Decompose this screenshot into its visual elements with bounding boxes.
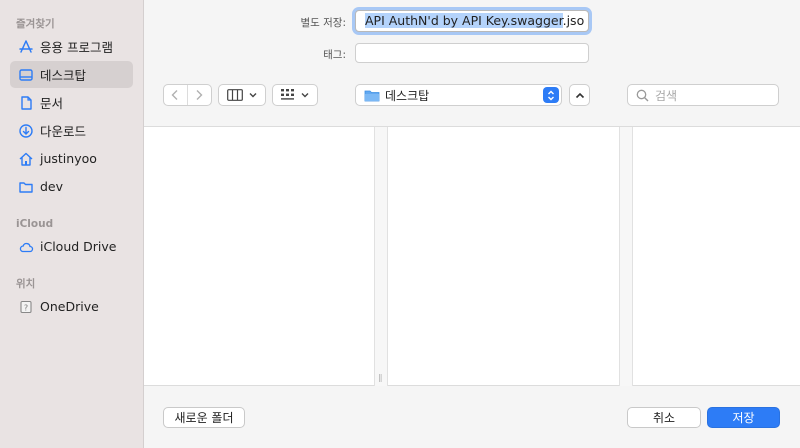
collapse-button[interactable] xyxy=(569,84,590,106)
tags-label: 태그: xyxy=(323,49,346,61)
sidebar-item-documents[interactable]: 문서 xyxy=(10,89,133,116)
sidebar: 즐겨찾기 응용 프로그램 데스크탑 문서 다운로드 justinyoo dev … xyxy=(0,0,144,448)
applications-icon xyxy=(18,39,34,55)
chevron-down-icon xyxy=(301,93,309,98)
group-mode-button[interactable] xyxy=(272,84,318,106)
save-as-label: 별도 저장: xyxy=(300,17,346,29)
file-browser: || xyxy=(144,126,800,386)
filename-extension-text: .jso xyxy=(562,13,585,28)
columns-view-icon xyxy=(227,89,243,101)
column-divider[interactable] xyxy=(619,127,633,386)
grid-icon xyxy=(281,89,294,100)
new-folder-button[interactable]: 새로운 폴더 xyxy=(163,407,245,428)
chevron-down-icon xyxy=(249,93,257,98)
download-icon xyxy=(18,123,34,139)
sidebar-section-favorites: 즐겨찾기 xyxy=(16,18,55,30)
sidebar-item-desktop[interactable]: 데스크탑 xyxy=(10,61,133,88)
location-label: 데스크탑 xyxy=(385,88,430,103)
sidebar-item-label: iCloud Drive xyxy=(40,239,117,254)
filename-selected-text: API AuthN'd by API Key.swagger xyxy=(365,13,563,28)
back-button[interactable] xyxy=(164,85,188,105)
filename-input[interactable]: API AuthN'd by API Key.swagger.jso xyxy=(355,10,589,32)
sidebar-item-label: 데스크탑 xyxy=(40,68,87,83)
sidebar-item-downloads[interactable]: 다운로드 xyxy=(10,117,133,144)
folder-icon xyxy=(18,179,34,195)
sidebar-item-icloud-drive[interactable]: iCloud Drive xyxy=(10,233,133,260)
search-placeholder: 검색 xyxy=(655,88,678,103)
sidebar-section-locations: 위치 xyxy=(16,278,36,290)
tags-input[interactable] xyxy=(355,43,589,63)
view-mode-button[interactable] xyxy=(218,84,266,106)
browser-column[interactable] xyxy=(388,127,619,386)
sidebar-item-label: 다운로드 xyxy=(40,124,87,139)
sidebar-section-icloud: iCloud xyxy=(16,218,54,230)
sidebar-item-label: dev xyxy=(40,179,64,194)
browser-column[interactable] xyxy=(144,127,374,386)
location-select[interactable]: 데스크탑 xyxy=(355,84,562,106)
search-icon xyxy=(636,89,649,101)
save-button[interactable]: 저장 xyxy=(707,407,780,428)
column-divider[interactable]: || xyxy=(374,127,388,386)
cloud-icon xyxy=(18,239,34,255)
unknown-drive-icon: ? xyxy=(18,299,34,315)
sidebar-item-label: 문서 xyxy=(40,96,64,111)
folder-icon xyxy=(364,89,380,102)
sidebar-item-label: justinyoo xyxy=(40,151,97,166)
chevron-left-icon xyxy=(171,90,178,100)
nav-buttons xyxy=(163,84,212,106)
desktop-icon xyxy=(18,67,34,83)
search-field[interactable]: 검색 xyxy=(627,84,779,106)
sidebar-item-applications[interactable]: 응용 프로그램 xyxy=(10,33,133,60)
document-icon xyxy=(18,95,34,111)
sidebar-item-onedrive[interactable]: ? OneDrive xyxy=(10,293,133,320)
chevron-up-icon xyxy=(575,92,584,98)
browser-column[interactable] xyxy=(633,127,800,386)
sidebar-item-dev[interactable]: dev xyxy=(10,173,133,200)
sidebar-item-home[interactable]: justinyoo xyxy=(10,145,133,172)
sidebar-item-label: OneDrive xyxy=(40,299,99,314)
save-dialog: 즐겨찾기 응용 프로그램 데스크탑 문서 다운로드 justinyoo dev … xyxy=(0,0,800,448)
sidebar-item-label: 응용 프로그램 xyxy=(40,40,113,55)
cancel-button[interactable]: 취소 xyxy=(627,407,701,428)
updown-chevron-icon xyxy=(543,87,559,103)
home-icon xyxy=(18,151,34,167)
chevron-right-icon xyxy=(196,90,203,100)
resize-grip-icon: || xyxy=(378,373,383,382)
svg-text:?: ? xyxy=(24,303,28,312)
forward-button[interactable] xyxy=(188,85,211,105)
